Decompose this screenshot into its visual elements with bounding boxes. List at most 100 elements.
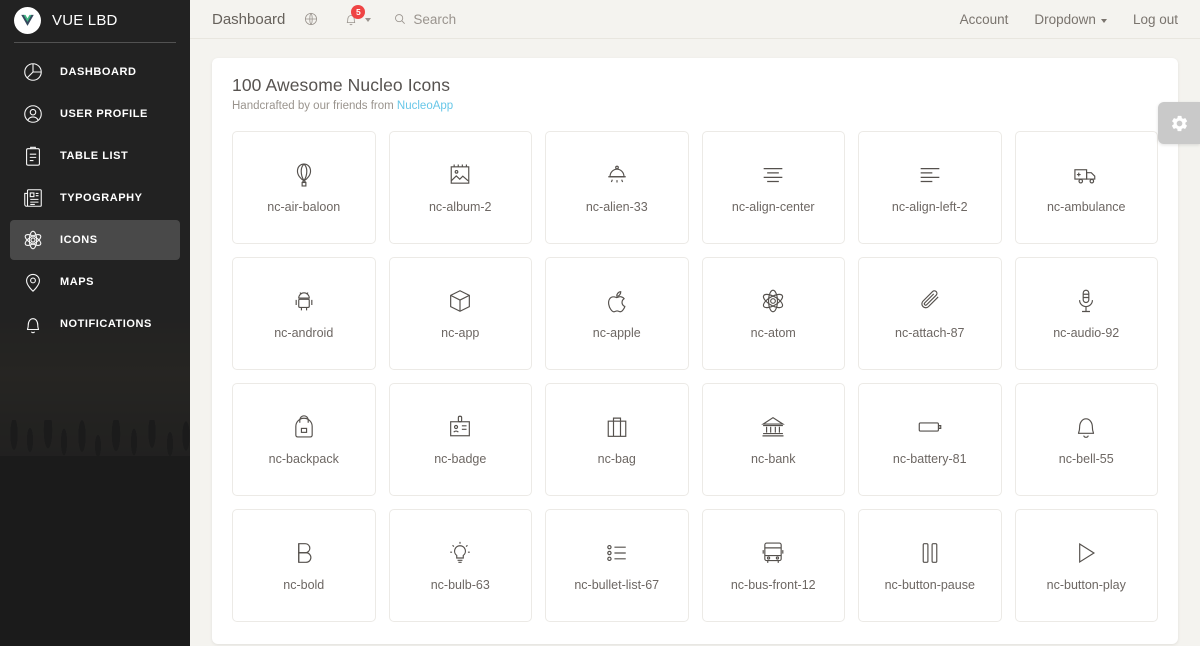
icon-label: nc-badge <box>434 452 486 466</box>
icon-tile[interactable]: nc-button-play <box>1015 509 1159 622</box>
icon-tile[interactable]: nc-bulb-63 <box>389 509 533 622</box>
icon-label: nc-align-left-2 <box>892 200 968 214</box>
icon-tile[interactable]: nc-ambulance <box>1015 131 1159 244</box>
ambulance-icon <box>1072 161 1100 189</box>
gear-icon <box>1170 114 1189 133</box>
settings-panel-toggle[interactable] <box>1158 102 1200 144</box>
card-subtitle-text: Handcrafted by our friends from <box>232 100 397 112</box>
sidebar-item-label: ICONS <box>60 234 98 246</box>
sidebar-item-typography[interactable]: TYPOGRAPHY <box>10 178 180 218</box>
icon-tile[interactable]: nc-android <box>232 257 376 370</box>
sidebar-item-notifications[interactable]: NOTIFICATIONS <box>10 304 180 344</box>
icon-label: nc-app <box>441 326 479 340</box>
app-root: VUE LBD DASHBOARD <box>0 0 1200 646</box>
icon-tile[interactable]: nc-align-left-2 <box>858 131 1002 244</box>
sidebar-logo[interactable]: VUE LBD <box>0 0 190 42</box>
sidebar-item-label: DASHBOARD <box>60 66 136 78</box>
icon-tile[interactable]: nc-backpack <box>232 383 376 496</box>
icon-label: nc-ambulance <box>1047 200 1126 214</box>
icon-label: nc-attach-87 <box>895 326 964 340</box>
main-panel: Dashboard 5 <box>190 0 1200 646</box>
icon-tile[interactable]: nc-apple <box>545 257 689 370</box>
icon-label: nc-align-center <box>732 200 815 214</box>
play-icon <box>1072 539 1100 567</box>
icon-tile[interactable]: nc-album-2 <box>389 131 533 244</box>
icon-label: nc-button-pause <box>885 578 975 592</box>
dropdown-menu-toggle[interactable]: Dropdown <box>1034 12 1107 27</box>
notification-badge: 5 <box>351 5 365 19</box>
pie-chart-icon <box>22 61 44 83</box>
sidebar-item-user-profile[interactable]: USER PROFILE <box>10 94 180 134</box>
icon-tile[interactable]: nc-alien-33 <box>545 131 689 244</box>
icon-tile[interactable]: nc-audio-92 <box>1015 257 1159 370</box>
pause-icon <box>916 539 944 567</box>
icon-label: nc-apple <box>593 326 641 340</box>
icon-tile[interactable]: nc-bold <box>232 509 376 622</box>
bell-dropdown-icon[interactable]: 5 <box>338 6 364 32</box>
icon-tile[interactable]: nc-align-center <box>702 131 846 244</box>
topnav-right-group: Account Dropdown Log out <box>960 12 1178 27</box>
icon-tile[interactable]: nc-atom <box>702 257 846 370</box>
bold-icon <box>290 539 318 567</box>
icon-tile[interactable]: nc-battery-81 <box>858 383 1002 496</box>
sidebar: VUE LBD DASHBOARD <box>0 0 190 646</box>
sidebar-logo-text: VUE LBD <box>52 12 118 29</box>
apple-icon <box>603 287 631 315</box>
icon-tile[interactable]: nc-bell-55 <box>1015 383 1159 496</box>
briefcase-icon <box>603 413 631 441</box>
account-link[interactable]: Account <box>960 12 1009 27</box>
backpack-icon <box>290 413 318 441</box>
icon-label: nc-atom <box>751 326 796 340</box>
icon-label: nc-bulb-63 <box>431 578 490 592</box>
microphone-icon <box>1072 287 1100 315</box>
align-center-icon <box>759 161 787 189</box>
icon-tile[interactable]: nc-bank <box>702 383 846 496</box>
top-navbar: Dashboard 5 <box>190 0 1200 39</box>
album-icon <box>446 161 474 189</box>
icon-label: nc-battery-81 <box>893 452 967 466</box>
sidebar-item-table-list[interactable]: TABLE LIST <box>10 136 180 176</box>
icon-label: nc-album-2 <box>429 200 492 214</box>
icon-label: nc-bus-front-12 <box>731 578 816 592</box>
icon-label: nc-audio-92 <box>1053 326 1119 340</box>
icon-grid: nc-air-baloon nc-album-2 nc-alien-33 <box>232 131 1158 622</box>
atom-icon <box>759 287 787 315</box>
sidebar-item-maps[interactable]: MAPS <box>10 262 180 302</box>
icon-tile[interactable]: nc-air-baloon <box>232 131 376 244</box>
content-area: 100 Awesome Nucleo Icons Handcrafted by … <box>190 39 1200 646</box>
nucleoapp-link[interactable]: NucleoApp <box>397 100 453 112</box>
sidebar-item-label: NOTIFICATIONS <box>60 318 152 330</box>
search-placeholder: Search <box>413 12 456 27</box>
align-left-icon <box>916 161 944 189</box>
sidebar-item-label: TABLE LIST <box>60 150 128 162</box>
logout-link[interactable]: Log out <box>1133 12 1178 27</box>
icon-tile[interactable]: nc-bus-front-12 <box>702 509 846 622</box>
globe-icon[interactable] <box>298 6 324 32</box>
sidebar-item-label: TYPOGRAPHY <box>60 192 143 204</box>
bank-icon <box>759 413 787 441</box>
air-baloon-icon <box>290 161 318 189</box>
clipboard-icon <box>22 145 44 167</box>
icon-label: nc-bold <box>283 578 324 592</box>
icon-tile[interactable]: nc-button-pause <box>858 509 1002 622</box>
icon-tile[interactable]: nc-app <box>389 257 533 370</box>
card-subtitle: Handcrafted by our friends from NucleoAp… <box>232 100 1158 112</box>
icons-card: 100 Awesome Nucleo Icons Handcrafted by … <box>212 58 1178 644</box>
page-title[interactable]: Dashboard <box>212 11 285 28</box>
sidebar-item-icons[interactable]: ICONS <box>10 220 180 260</box>
sidebar-item-dashboard[interactable]: DASHBOARD <box>10 52 180 92</box>
icon-tile[interactable]: nc-badge <box>389 383 533 496</box>
icon-label: nc-backpack <box>269 452 339 466</box>
search-input[interactable]: Search <box>393 12 456 27</box>
user-circle-icon <box>22 103 44 125</box>
newspaper-icon <box>22 187 44 209</box>
icon-tile[interactable]: nc-bag <box>545 383 689 496</box>
icon-label: nc-bag <box>598 452 636 466</box>
bullet-list-icon <box>603 539 631 567</box>
icon-tile[interactable]: nc-bullet-list-67 <box>545 509 689 622</box>
sidebar-item-label: USER PROFILE <box>60 108 148 120</box>
atom-icon <box>22 229 44 251</box>
icon-tile[interactable]: nc-attach-87 <box>858 257 1002 370</box>
icon-label: nc-bank <box>751 452 795 466</box>
icon-label: nc-button-play <box>1047 578 1126 592</box>
